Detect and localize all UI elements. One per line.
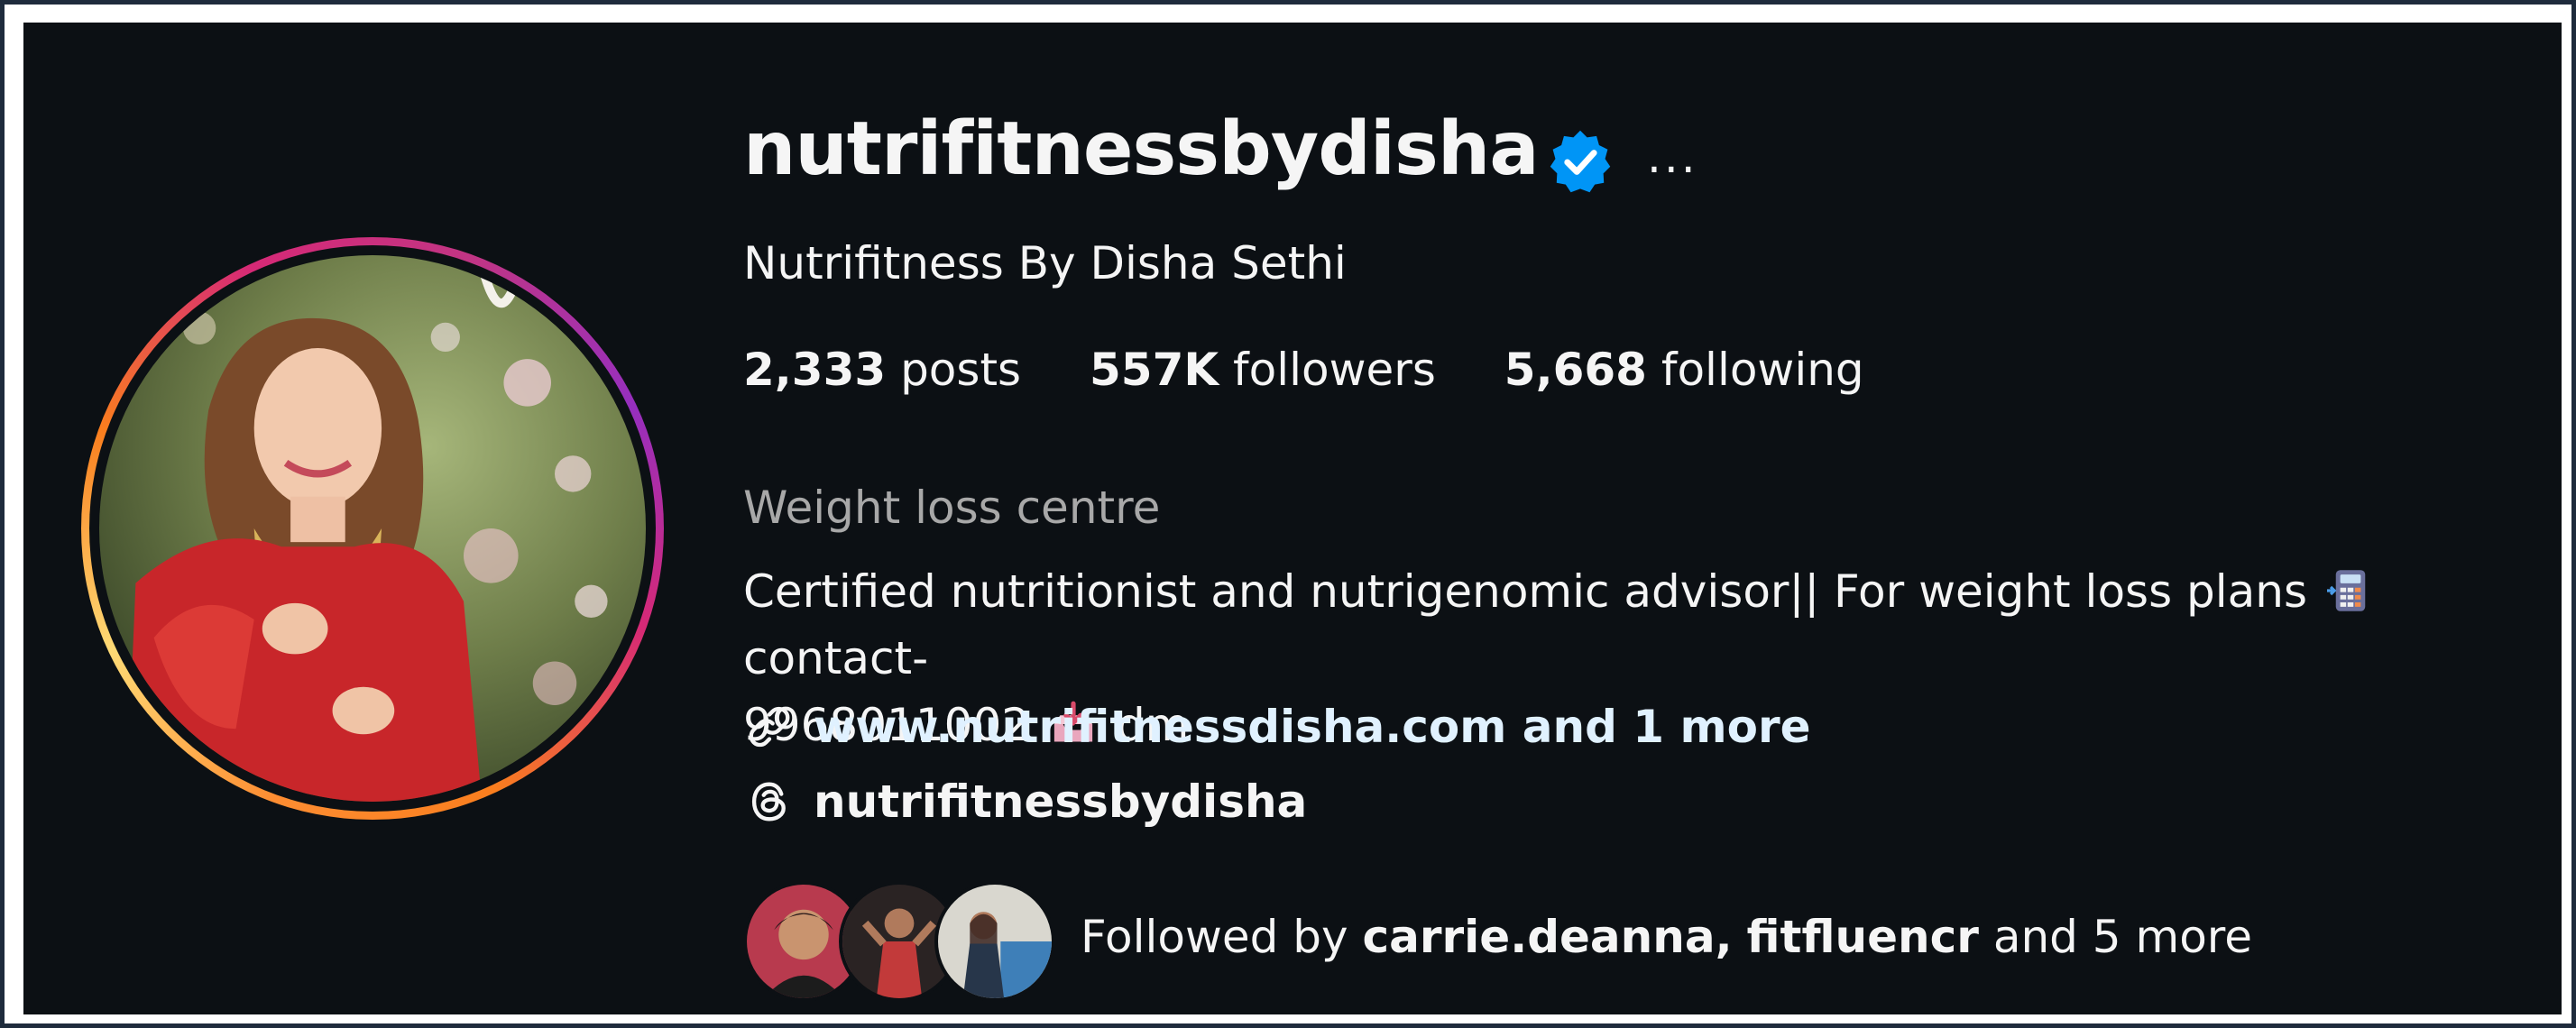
followers-label: followers (1233, 344, 1436, 396)
screenshot-frame: nutrifitnessbydisha ... Nutrifitness By … (0, 0, 2576, 1028)
threads-icon (751, 782, 786, 821)
follower-avatar (934, 881, 1055, 1002)
posts-stat: 2,333 posts (743, 345, 1021, 395)
bio-contact-label: contact- (743, 632, 929, 684)
threads-handle[interactable]: nutrifitnessbydisha (814, 776, 1307, 828)
following-label: following (1661, 344, 1864, 396)
external-link-text[interactable]: www.nutrifitnessdisha.com and 1 more (814, 701, 1811, 753)
followed-by-prefix: Followed by (1081, 911, 1348, 963)
followed-by-user2[interactable]: fitfluencr (1747, 911, 1979, 963)
following-stat[interactable]: 5,668 following (1504, 345, 1864, 395)
profile-category: Weight loss centre (743, 482, 1161, 534)
external-link[interactable]: www.nutrifitnessdisha.com and 1 more (743, 701, 1811, 753)
verified-badge-icon (1550, 130, 1611, 193)
posts-label: posts (900, 344, 1022, 396)
followers-count: 557K (1090, 344, 1219, 396)
posts-count: 2,333 (743, 344, 887, 396)
more-options-icon[interactable]: ... (1647, 134, 1698, 179)
profile-stats: 2,333 posts 557K followers 5,668 followi… (743, 345, 1918, 395)
link-icon (749, 706, 790, 748)
calculator-icon (2326, 570, 2366, 611)
followers-stat[interactable]: 557K followers (1090, 345, 1436, 395)
followed-by-user1[interactable]: carrie.deanna (1362, 911, 1715, 963)
followed-by-text: Followed by carrie.deanna, fitfluencr an… (1081, 913, 2252, 962)
profile-header: nutrifitnessbydisha ... Nutrifitness By … (23, 23, 2562, 1014)
bio-line1: Certified nutritionist and nutrigenomic … (743, 565, 2308, 618)
followed-by-suffix: and 5 more (1992, 911, 2253, 963)
following-count: 5,668 (1504, 344, 1647, 396)
profile-avatar[interactable] (81, 237, 664, 820)
threads-link[interactable]: nutrifitnessbydisha (743, 776, 1307, 828)
followed-by-separator: , (1715, 911, 1733, 963)
avatar-image (99, 255, 646, 802)
profile-username: nutrifitnessbydisha (743, 106, 1540, 192)
profile-full-name: Nutrifitness By Disha Sethi (743, 237, 1347, 289)
